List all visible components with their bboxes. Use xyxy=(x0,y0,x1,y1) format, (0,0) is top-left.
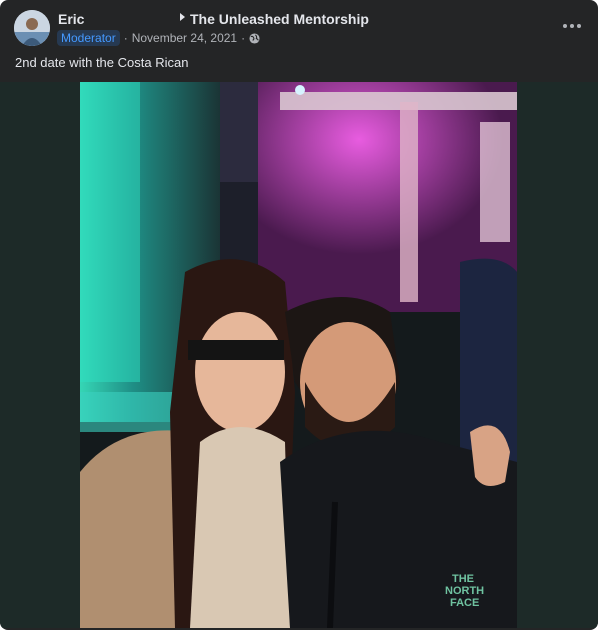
more-horizontal-icon xyxy=(563,24,567,28)
moderator-badge: Moderator xyxy=(57,30,120,46)
meta-separator-2: · xyxy=(241,31,246,45)
post-media[interactable]: THE NORTH FACE xyxy=(0,82,598,628)
svg-text:FACE: FACE xyxy=(450,597,479,609)
group-arrow-icon xyxy=(180,13,185,21)
post-header: Eric The Unleashed Mentorship Moderator … xyxy=(0,0,598,60)
globe-icon xyxy=(249,32,260,44)
post-caption: 2nd date with the Costa Rican xyxy=(15,55,189,70)
author-avatar[interactable] xyxy=(14,10,50,46)
jacket-logo: THE xyxy=(452,573,474,585)
post-card: Eric The Unleashed Mentorship Moderator … xyxy=(0,0,598,630)
selfie-photo[interactable]: THE NORTH FACE xyxy=(80,82,517,628)
svg-text:NORTH: NORTH xyxy=(445,585,484,597)
post-meta: Moderator · November 24, 2021 · xyxy=(57,29,260,47)
photo-illustration: THE NORTH FACE xyxy=(80,82,517,628)
meta-separator: · xyxy=(123,31,128,45)
more-options-button[interactable] xyxy=(558,12,586,40)
post-date[interactable]: November 24, 2021 xyxy=(132,31,237,45)
avatar-image xyxy=(14,10,50,46)
author-name[interactable]: Eric xyxy=(58,11,84,27)
group-name-link[interactable]: The Unleashed Mentorship xyxy=(190,11,369,27)
